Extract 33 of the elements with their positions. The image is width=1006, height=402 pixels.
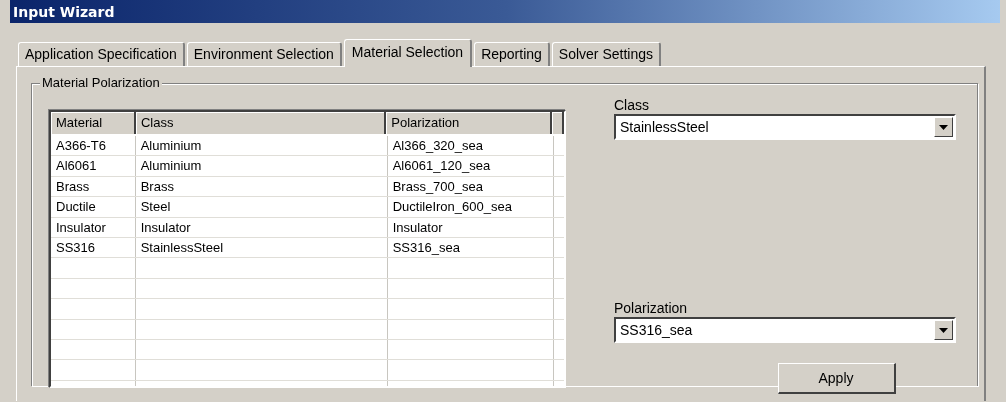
table-cell: StainlessSteel [135, 237, 388, 258]
table-cell: Aluminium [135, 156, 388, 176]
table-cell: A366-T6 [51, 136, 136, 156]
window-title: Input Wizard [13, 3, 115, 20]
group-title: Material Polarization [40, 75, 162, 90]
class-dropdown[interactable]: StainlessSteel [614, 114, 956, 140]
table-cell: DuctileIron_600_sea [387, 197, 554, 217]
table-cell: Steel [135, 197, 388, 217]
table-cell: Insulator [51, 217, 136, 237]
column-header[interactable]: Material [51, 112, 136, 134]
table-cell: Insulator [387, 217, 554, 237]
polarization-dropdown[interactable]: SS316_sea [614, 317, 956, 343]
table-cell: Aluminium [135, 136, 388, 156]
tab[interactable]: Reporting [474, 42, 550, 66]
field-label: Polarization [614, 301, 689, 315]
table-cell: Brass_700_sea [387, 176, 554, 197]
table-cell: Al6061 [51, 156, 136, 176]
table-cell: SS316 [51, 237, 136, 258]
table-cell: Al6061_120_sea [387, 156, 554, 176]
table-cell: Al366_320_sea [387, 136, 554, 156]
field-label: Class [614, 98, 650, 112]
tab[interactable]: Environment Selection [186, 42, 342, 66]
apply-button[interactable]: Apply [777, 363, 896, 394]
tab[interactable]: Application Specification [18, 42, 185, 66]
column-header[interactable]: Polarization [386, 112, 552, 134]
tab[interactable]: Material Selection [343, 39, 473, 67]
tab[interactable]: Solver Settings [551, 42, 661, 66]
table-cell: Brass [51, 176, 136, 197]
table-cell: Insulator [135, 217, 388, 237]
column-header[interactable]: Class [135, 112, 387, 134]
table-cell: Ductile [51, 197, 136, 217]
table-cell: Brass [135, 176, 388, 197]
table-cell: SS316_sea [387, 237, 554, 258]
